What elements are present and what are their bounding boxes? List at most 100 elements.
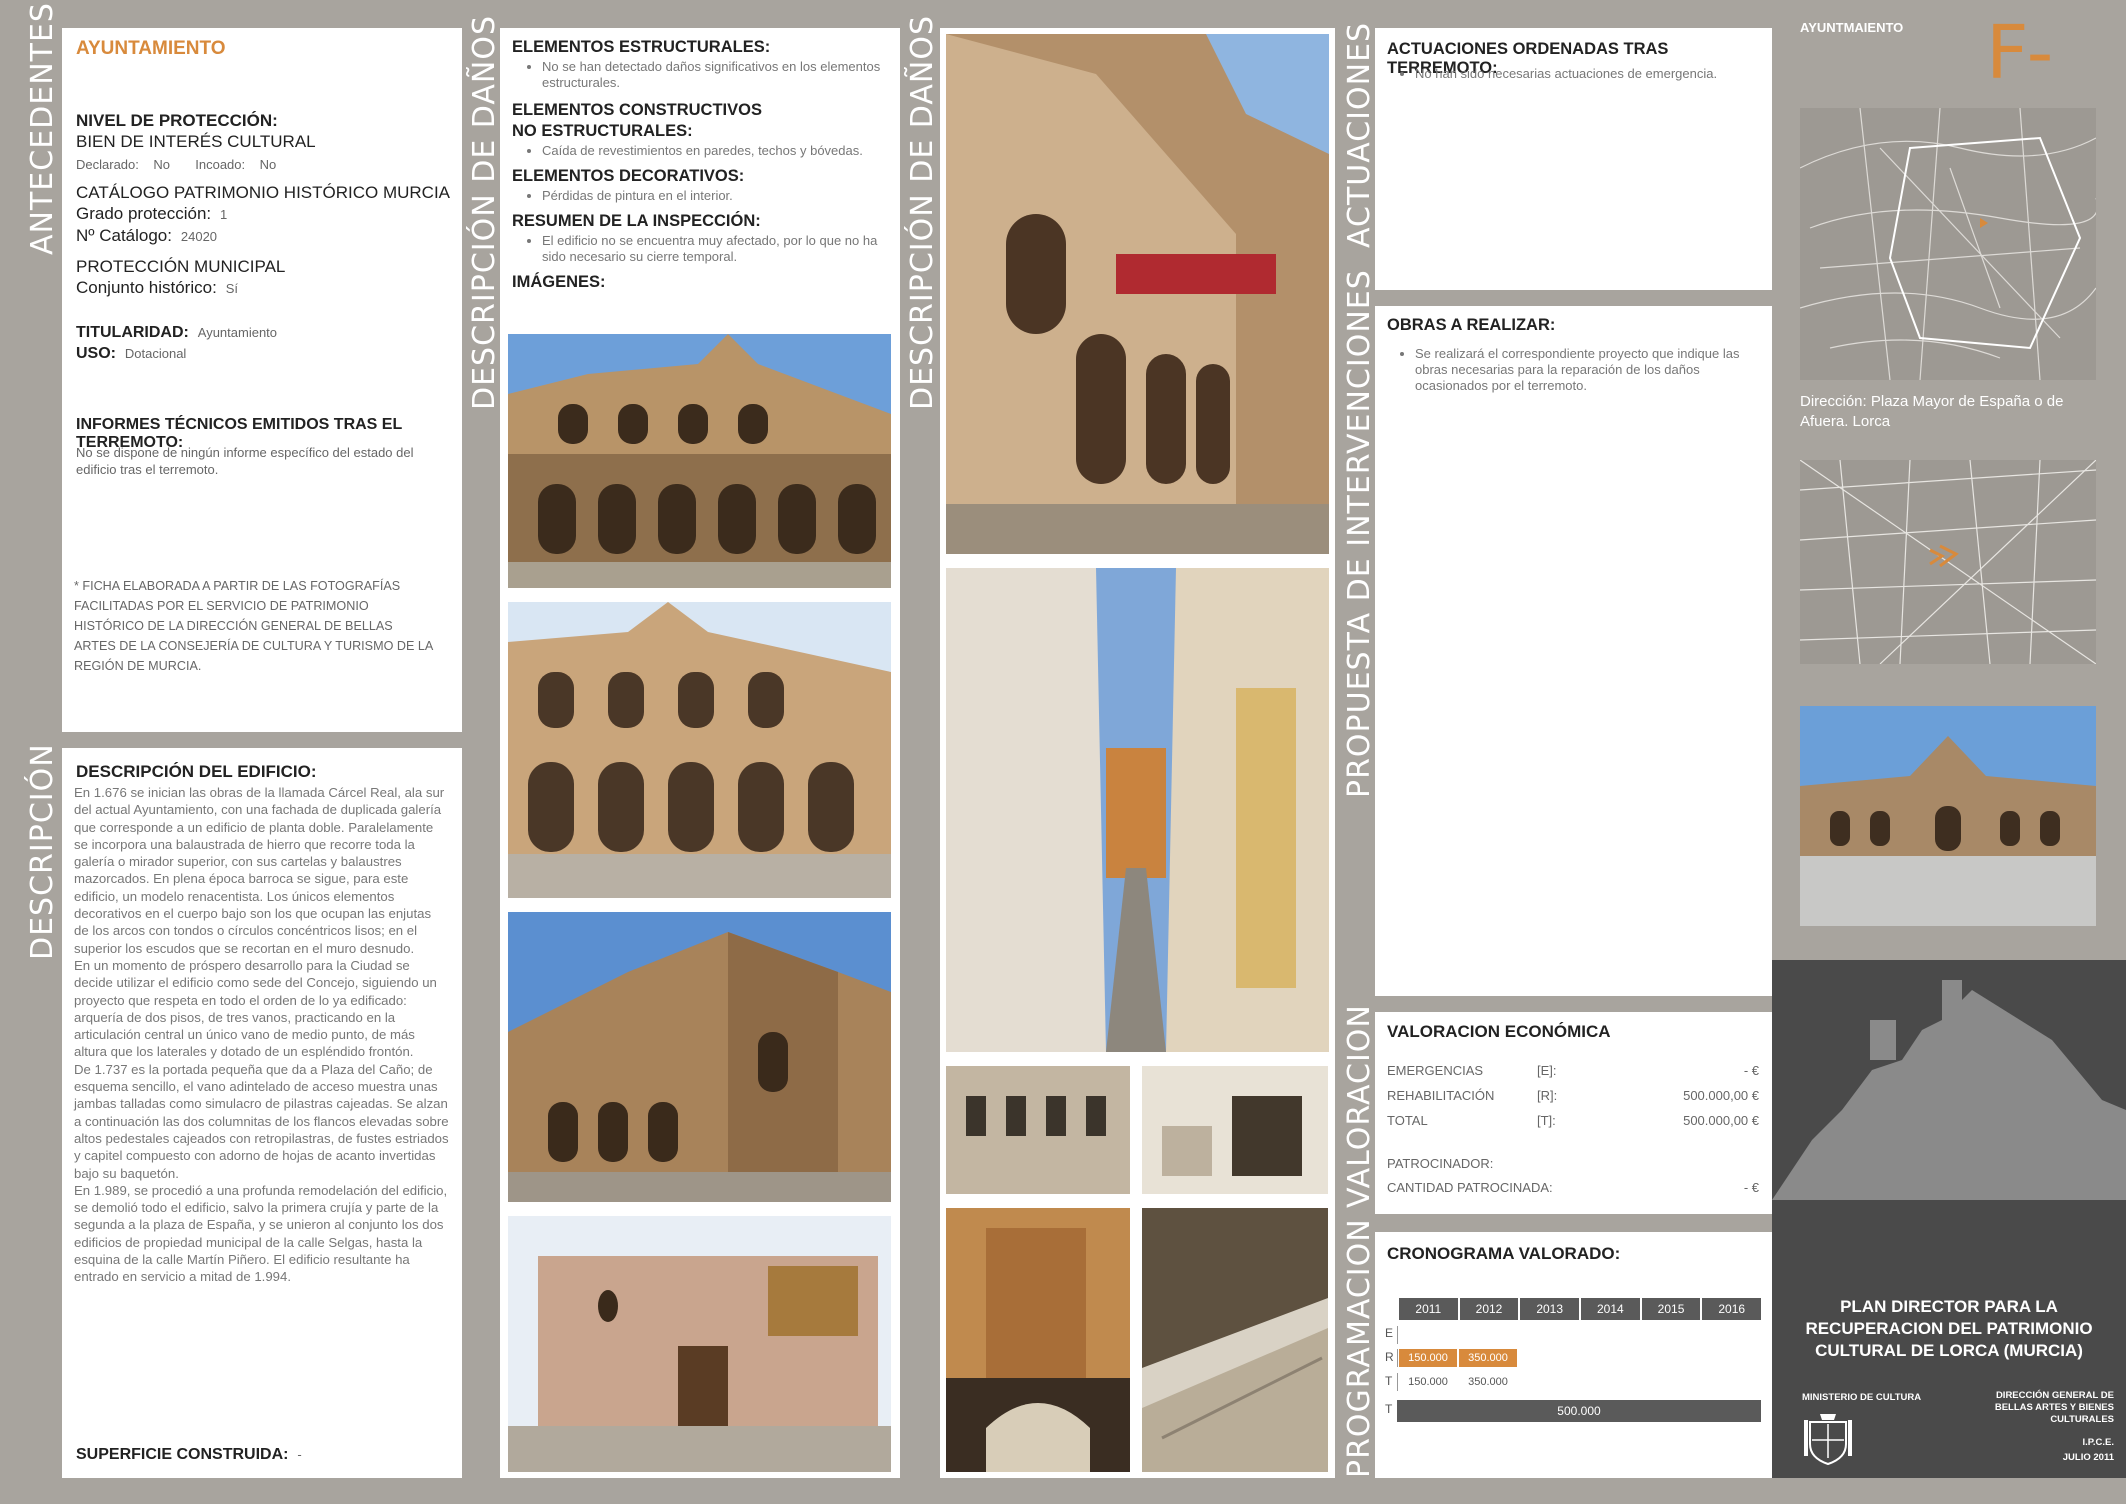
year-header: 2014 bbox=[1581, 1298, 1640, 1320]
location-map-2 bbox=[1799, 459, 2097, 665]
descripcion-panel: DESCRIPCIÓN DEL EDIFICIO: En 1.676 se in… bbox=[62, 748, 462, 1478]
t-value-2012: 350.000 bbox=[1468, 1376, 1508, 1388]
valoracion-row-value: 500.000,00 € bbox=[1683, 1088, 1759, 1103]
section-label-actuaciones: ACTUACIONES bbox=[1342, 21, 1377, 248]
r-value-2011: 150.000 bbox=[1399, 1349, 1457, 1367]
proteccion-block: NIVEL DE PROTECCIÓN: BIEN DE INTERÉS CUL… bbox=[76, 110, 316, 175]
photo-side-view bbox=[508, 912, 891, 1202]
photo-facade-2 bbox=[508, 602, 891, 898]
photo-arch-alley bbox=[946, 1208, 1130, 1472]
photo-interior-window bbox=[1142, 1066, 1328, 1194]
bic-label: BIEN DE INTERÉS CULTURAL bbox=[76, 132, 316, 151]
r-value-2012: 350.000 bbox=[1459, 1349, 1517, 1367]
valoracion-row-label: REHABILITACIÓN bbox=[1387, 1088, 1495, 1103]
danos-text-block: ELEMENTOS ESTRUCTURALES: No se han detec… bbox=[512, 38, 892, 292]
valoracion-panel: VALORACION ECONÓMICA EMERGENCIAS [E]: - … bbox=[1375, 1012, 1772, 1214]
plaza-photo bbox=[1800, 706, 2096, 926]
obras-title: OBRAS A REALIZAR: bbox=[1387, 316, 1556, 334]
year-header: 2011 bbox=[1399, 1298, 1458, 1320]
row-label-r: R bbox=[1385, 1350, 1394, 1364]
cronograma-title: CRONOGRAMA VALORADO: bbox=[1387, 1244, 1621, 1263]
cantidad-label: CANTIDAD PATROCINADA: bbox=[1387, 1180, 1553, 1195]
descripcion-title: DESCRIPCIÓN DEL EDIFICIO: bbox=[76, 762, 317, 781]
section-label-propuesta: PROPUESTA DE INTERVENCIONES bbox=[1342, 269, 1377, 798]
decorativos-text: Pérdidas de pintura en el interior. bbox=[542, 188, 892, 204]
superficie-label: SUPERFICIE CONSTRUIDA: bbox=[76, 1446, 289, 1463]
proteccion-municipal-label: PROTECCIÓN MUNICIPAL bbox=[76, 257, 286, 276]
fecha-label: JULIO 2011 bbox=[2062, 1452, 2114, 1463]
valoracion-row-label: EMERGENCIAS bbox=[1387, 1063, 1484, 1078]
castle-silhouette bbox=[1772, 980, 2126, 1200]
photo-street-facade bbox=[946, 34, 1329, 554]
constructivos-title-2: NO ESTRUCTURALES: bbox=[512, 122, 693, 140]
year-header: 2012 bbox=[1459, 1298, 1519, 1320]
photo-facade-1 bbox=[508, 334, 891, 588]
plan-director-panel: PLAN DIRECTOR PARA LA RECUPERACION DEL P… bbox=[1772, 960, 2126, 1478]
num-catalogo-value: 24020 bbox=[180, 229, 218, 244]
ficha-note: * FICHA ELABORADA A PARTIR DE LAS FOTOGR… bbox=[74, 579, 433, 673]
total-label: T bbox=[1385, 1402, 1393, 1416]
year-header: 2015 bbox=[1641, 1298, 1701, 1320]
cronograma-panel: CRONOGRAMA VALORADO: 2011 2012 2013 2014… bbox=[1375, 1232, 1772, 1478]
catalogo-block: CATÁLOGO PATRIMONIO HISTÓRICO MURCIA Gra… bbox=[76, 182, 450, 247]
cantidad-row: CANTIDAD PATROCINADA: - € bbox=[1387, 1180, 1759, 1195]
titularidad-label: TITULARIDAD: bbox=[76, 324, 189, 341]
declarado-label: Declarado: bbox=[76, 157, 139, 172]
catalogo-label: CATÁLOGO PATRIMONIO HISTÓRICO MURCIA bbox=[76, 183, 451, 202]
ipce-label: I.P.C.E. bbox=[2082, 1437, 2114, 1448]
superficie-value: - bbox=[297, 1447, 302, 1462]
valoracion-row: EMERGENCIAS [E]: - € bbox=[1387, 1058, 1759, 1083]
year-header: 2013 bbox=[1520, 1298, 1580, 1320]
cantidad-value: - € bbox=[1743, 1180, 1759, 1195]
ministerio-label: MINISTERIO DE CULTURA bbox=[1802, 1392, 1922, 1403]
row-label-t: T bbox=[1385, 1374, 1393, 1388]
patrocinador-label: PATROCINADOR: bbox=[1387, 1156, 1494, 1171]
valoracion-row-code: [R]: bbox=[1537, 1088, 1558, 1103]
section-label-descripcion-danos-2: DESCRIPCIÓN DE DAÑOS bbox=[905, 15, 940, 410]
valoracion-row: REHABILITACIÓN [R]: 500.000,00 € bbox=[1387, 1083, 1759, 1108]
descripcion-text: En 1.676 se inician las obras de la llam… bbox=[74, 785, 449, 1285]
estructurales-title: ELEMENTOS ESTRUCTURALES: bbox=[512, 38, 771, 56]
row-label-e: E bbox=[1385, 1326, 1394, 1340]
imagenes-title: IMÁGENES: bbox=[512, 273, 606, 291]
num-catalogo-label: Nº Catálogo: bbox=[76, 226, 172, 245]
direccion-general-label: DIRECCIÓN GENERAL DE BELLAS ARTES Y BIEN… bbox=[1994, 1390, 2114, 1425]
valoracion-title: VALORACION ECONÓMICA bbox=[1387, 1022, 1611, 1041]
section-label-valoracion: VALORACION bbox=[1342, 1004, 1377, 1208]
coat-of-arms-icon bbox=[1800, 1410, 1856, 1466]
nivel-proteccion-label: NIVEL DE PROTECCIÓN: bbox=[76, 111, 278, 130]
actuaciones-text: No han sido necesarias actuaciones de em… bbox=[1415, 66, 1745, 82]
year-header: 2016 bbox=[1702, 1298, 1762, 1320]
section-label-descripcion: DESCRIPCIÓN bbox=[25, 743, 60, 960]
location-map-1 bbox=[1799, 107, 2099, 381]
antecedentes-panel: AYUNTAMIENTO NIVEL DE PROTECCIÓN: BIEN D… bbox=[62, 28, 462, 732]
valoracion-row-value: 500.000,00 € bbox=[1683, 1113, 1759, 1128]
conjunto-label: Conjunto histórico: bbox=[76, 278, 217, 297]
danos-photos-panel bbox=[940, 28, 1335, 1478]
grado-value: 1 bbox=[220, 207, 228, 222]
uso-label: USO: bbox=[76, 345, 116, 362]
titularidad-value: Ayuntamiento bbox=[197, 325, 278, 340]
direccion-text: Dirección: Plaza Mayor de España o de Af… bbox=[1800, 393, 2064, 430]
resumen-title: RESUMEN DE LA INSPECCIÓN: bbox=[512, 212, 761, 230]
photo-modern-windows bbox=[946, 1066, 1130, 1194]
plan-director-title: PLAN DIRECTOR PARA LA RECUPERACION DEL P… bbox=[1805, 1297, 2093, 1360]
informes-text: No se dispone de ningún informe específi… bbox=[76, 445, 414, 477]
decorativos-title: ELEMENTOS DECORATIVOS: bbox=[512, 167, 745, 185]
actuaciones-panel: ACTUACIONES ORDENADAS TRAS TERREMOTO: No… bbox=[1375, 28, 1772, 290]
photo-interior-stairs bbox=[1142, 1208, 1328, 1472]
superficie-block: SUPERFICIE CONSTRUIDA: - bbox=[76, 1446, 302, 1464]
photo-narrow-street bbox=[946, 568, 1329, 1052]
incoado-value: No bbox=[259, 157, 277, 172]
grado-label: Grado protección: bbox=[76, 204, 212, 223]
cronograma-years: 2011 2012 2013 2014 2015 2016 bbox=[1399, 1298, 1762, 1320]
valoracion-row-label: TOTAL bbox=[1387, 1113, 1428, 1128]
section-label-descripcion-danos-1: DESCRIPCIÓN DE DAÑOS bbox=[467, 15, 502, 410]
municipal-block: PROTECCIÓN MUNICIPAL Conjunto histórico:… bbox=[76, 256, 285, 299]
valoracion-row-code: [T]: bbox=[1537, 1113, 1556, 1128]
estructurales-text: No se han detectado daños significativos… bbox=[542, 59, 892, 91]
incoado-label: Incoado: bbox=[195, 157, 246, 172]
declarado-value: No bbox=[153, 157, 170, 172]
section-label-antecedentes: ANTECEDENTES bbox=[25, 2, 60, 255]
constructivos-text: Caída de revestimientos en paredes, tech… bbox=[542, 143, 892, 159]
